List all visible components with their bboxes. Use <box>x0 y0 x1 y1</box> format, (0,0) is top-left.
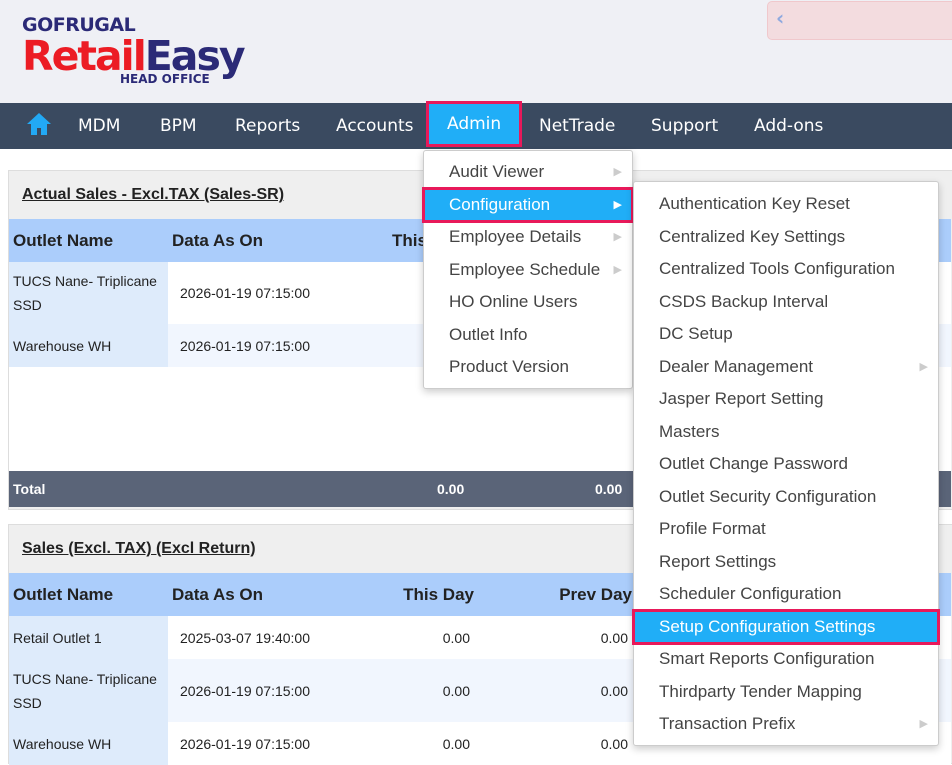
menu-item-jasper-report-setting[interactable]: Jasper Report Setting <box>634 383 938 416</box>
menu-item-scheduler-configuration[interactable]: Scheduler Configuration <box>634 578 938 611</box>
menu-item-transaction-prefix[interactable]: Transaction Prefix ▶ <box>634 708 938 741</box>
nav-addons[interactable]: Add-ons <box>754 103 823 149</box>
menu-item-centralized-key-settings[interactable]: Centralized Key Settings <box>634 221 938 254</box>
menu-item-outlet-info[interactable]: Outlet Info <box>424 319 632 352</box>
menu-item-authentication-key-reset[interactable]: Authentication Key Reset <box>634 188 938 221</box>
menu-item-employee-details[interactable]: Employee Details ▶ <box>424 221 632 254</box>
header: GOFRUGAL RetailEasy HEAD OFFICE ‹ <box>0 0 952 103</box>
nav-accounts[interactable]: Accounts <box>336 103 414 149</box>
admin-dropdown: Audit Viewer ▶ Configuration ▶ Employee De… <box>422 150 634 389</box>
menu-item-ho-online-users[interactable]: HO Online Users <box>424 286 632 319</box>
nav-reports[interactable]: Reports <box>235 103 300 149</box>
menu-item-audit-viewer[interactable]: Audit Viewer ▶ <box>424 156 632 189</box>
chevron-right-icon: ▶ <box>919 718 928 730</box>
nav-bpm[interactable]: BPM <box>160 103 197 149</box>
chevron-right-icon: ▶ <box>613 231 622 243</box>
chevron-right-icon: ▶ <box>613 198 622 211</box>
chevron-right-icon: ▶ <box>919 360 928 373</box>
menu-item-profile-format[interactable]: Profile Format <box>634 513 938 546</box>
logo: GOFRUGAL RetailEasy HEAD OFFICE <box>22 14 246 86</box>
menu-item-outlet-security-configuration[interactable]: Outlet Security Configuration <box>634 481 938 514</box>
menu-item-employee-schedule[interactable]: Employee Schedule ▶ <box>424 254 632 287</box>
menu-item-smart-reports-configuration[interactable]: Smart Reports Configuration <box>634 643 938 676</box>
chevron-right-icon: ▶ <box>613 166 622 178</box>
menu-item-dc-setup[interactable]: DC Setup <box>634 318 938 351</box>
nav-admin[interactable]: Admin <box>426 101 523 147</box>
home-icon[interactable] <box>26 112 52 140</box>
menu-item-centralized-tools-configuration[interactable]: Centralized Tools Configuration <box>634 253 938 286</box>
chevron-left-icon[interactable]: ‹ <box>776 6 784 30</box>
menu-item-product-version[interactable]: Product Version <box>424 351 632 384</box>
menu-item-setup-configuration-settings[interactable]: Setup Configuration Settings <box>632 608 940 645</box>
nav-nettrade[interactable]: NetTrade <box>539 103 615 149</box>
menu-item-csds-backup-interval[interactable]: CSDS Backup Interval <box>634 286 938 319</box>
menu-item-configuration[interactable]: Configuration ▶ <box>422 186 634 223</box>
menu-item-thirdparty-tender-mapping[interactable]: Thirdparty Tender Mapping <box>634 676 938 709</box>
nav-mdm[interactable]: MDM <box>78 103 120 149</box>
menu-item-report-settings[interactable]: Report Settings <box>634 546 938 579</box>
nav-support[interactable]: Support <box>651 103 718 149</box>
configuration-submenu: Authentication Key Reset Centralized Key … <box>632 181 940 746</box>
menu-item-dealer-management[interactable]: Dealer Management ▶ <box>634 351 938 384</box>
main-nav: MDM BPM Reports Accounts Admin NetTrade … <box>0 101 952 149</box>
menu-item-masters[interactable]: Masters <box>634 416 938 449</box>
chevron-right-icon: ▶ <box>613 263 622 276</box>
alert-banner: ‹ <box>767 1 952 40</box>
menu-item-outlet-change-password[interactable]: Outlet Change Password <box>634 448 938 481</box>
